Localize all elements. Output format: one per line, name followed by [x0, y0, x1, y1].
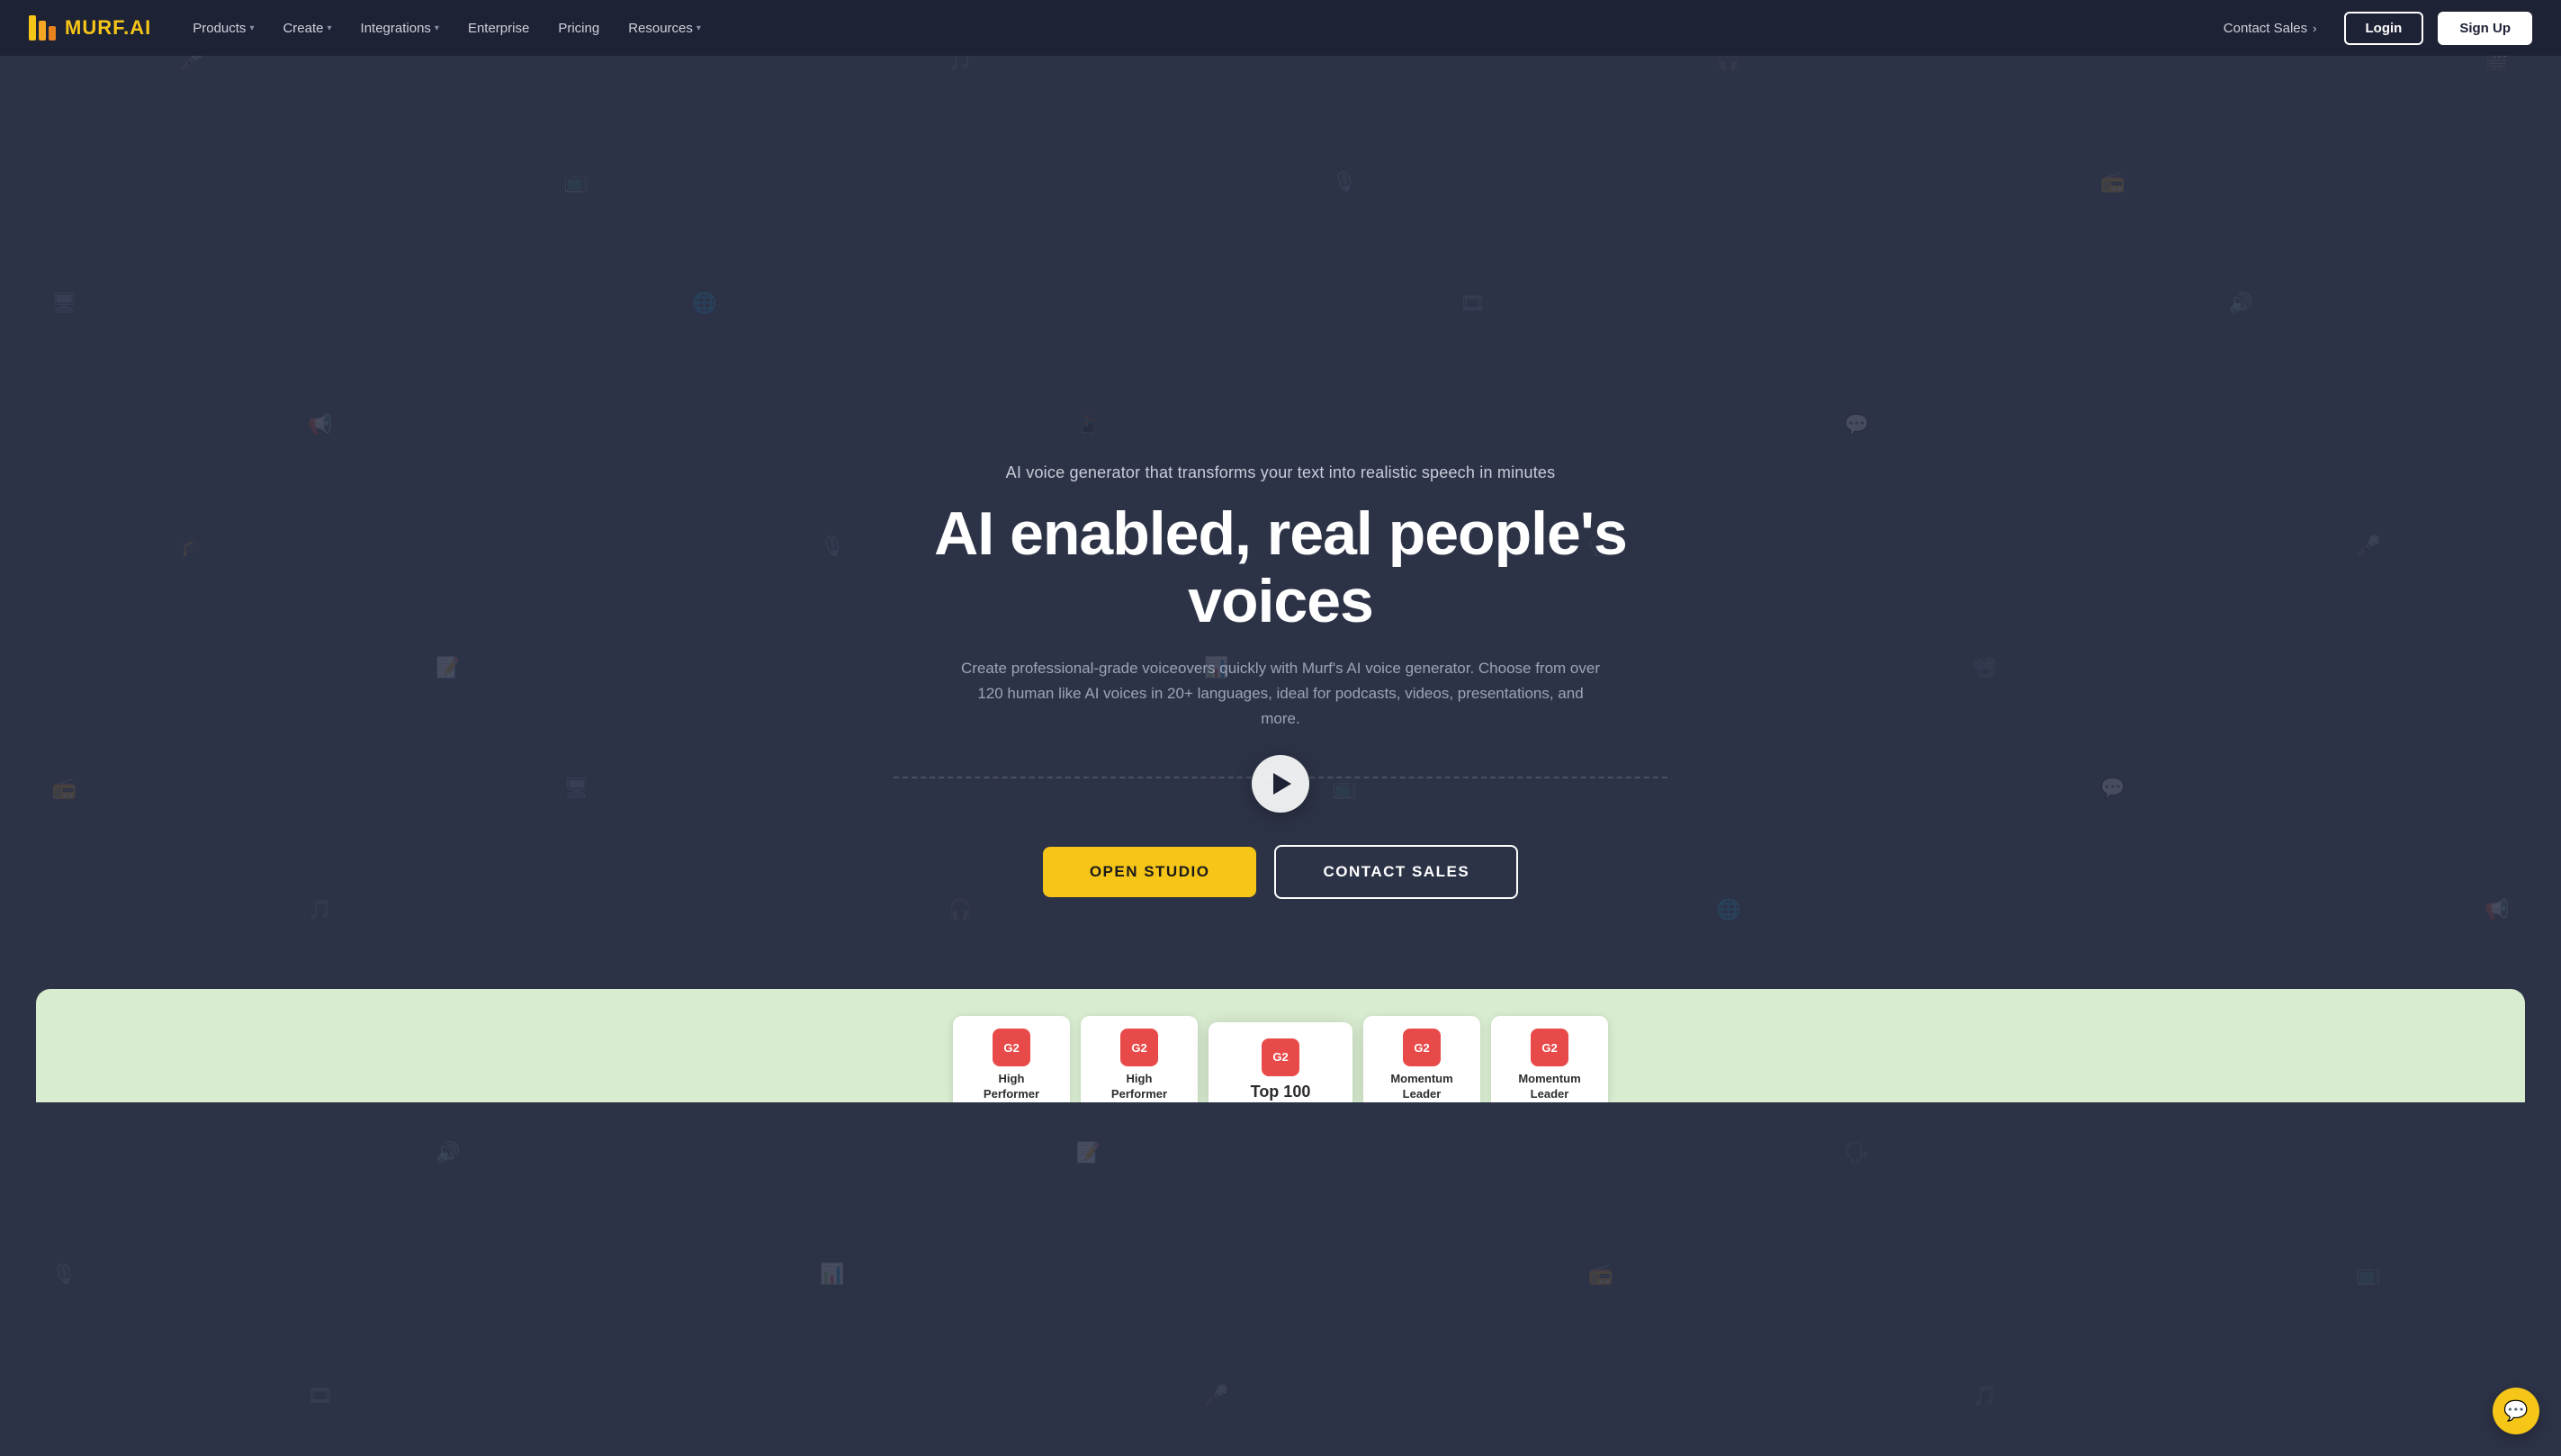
award-card-1: G2 HighPerformer [953, 1016, 1070, 1102]
award-label: HighPerformer [984, 1072, 1039, 1102]
award-label: MomentumLeader [1390, 1072, 1452, 1102]
hero-content: AI voice generator that transforms your … [876, 409, 1685, 936]
chat-icon: 💬 [2503, 1399, 2528, 1423]
nav-item-resources[interactable]: Resources ▾ [616, 13, 714, 43]
awards-row: G2 HighPerformer G2 HighPerformer G2 Top… [36, 989, 2525, 1102]
award-card-featured: G2 Top 100 [1209, 1022, 1352, 1102]
award-label-featured: Top 100 [1251, 1082, 1311, 1102]
logo[interactable]: MURF.AI [29, 15, 151, 40]
award-card-5: G2 MomentumLeader [1491, 1016, 1608, 1102]
hero-subtitle: AI voice generator that transforms your … [1006, 463, 1556, 482]
hero-section: 🎤 📺 🎵 🎙 🎧 📻 🎬 🖥 📢 🌐 📱 🎞 💬 🔊 🎓 📝 🎙 📊 🗣 📽 … [0, 0, 2561, 1456]
g2-badge: G2 [1262, 1038, 1299, 1076]
navigation: MURF.AI Products ▾ Create ▾ Integrations… [0, 0, 2561, 56]
signup-button[interactable]: Sign Up [2438, 12, 2532, 45]
chevron-down-icon: ▾ [435, 23, 439, 33]
nav-item-pricing[interactable]: Pricing [545, 13, 612, 43]
g2-badge: G2 [1531, 1029, 1568, 1066]
arrow-right-icon: › [2313, 22, 2316, 35]
g2-badge: G2 [1120, 1029, 1158, 1066]
nav-menu: Products ▾ Create ▾ Integrations ▾ Enter… [180, 13, 714, 43]
open-studio-button[interactable]: OPEN STUDIO [1043, 847, 1257, 897]
g2-badge: G2 [1403, 1029, 1441, 1066]
contact-sales-button[interactable]: CONTACT SALES [1274, 845, 1518, 899]
g2-badge: G2 [993, 1029, 1030, 1066]
award-card-2: G2 HighPerformer [1081, 1016, 1198, 1102]
awards-strip: G2 HighPerformer G2 HighPerformer G2 Top… [0, 989, 2561, 1102]
award-card-4: G2 MomentumLeader [1363, 1016, 1480, 1102]
hero-title: AI enabled, real people's voices [894, 500, 1667, 635]
nav-item-create[interactable]: Create ▾ [270, 13, 344, 43]
chat-support-button[interactable]: 💬 [2493, 1388, 2539, 1434]
award-label: MomentumLeader [1518, 1072, 1580, 1102]
award-label: HighPerformer [1111, 1072, 1167, 1102]
login-button[interactable]: Login [2344, 12, 2424, 45]
play-icon [1273, 773, 1291, 795]
logo-text: MURF.AI [65, 16, 151, 40]
play-button[interactable] [1252, 755, 1309, 813]
cta-buttons: OPEN STUDIO CONTACT SALES [1043, 845, 1518, 899]
chevron-down-icon: ▾ [328, 23, 332, 33]
nav-item-enterprise[interactable]: Enterprise [455, 13, 542, 43]
nav-item-products[interactable]: Products ▾ [180, 13, 266, 43]
chevron-down-icon: ▾ [696, 23, 701, 33]
nav-item-integrations[interactable]: Integrations ▾ [348, 13, 452, 43]
hero-description: Create professional-grade voiceovers qui… [957, 656, 1604, 732]
contact-sales-nav-link[interactable]: Contact Sales › [2211, 13, 2330, 43]
chevron-down-icon: ▾ [249, 23, 254, 33]
